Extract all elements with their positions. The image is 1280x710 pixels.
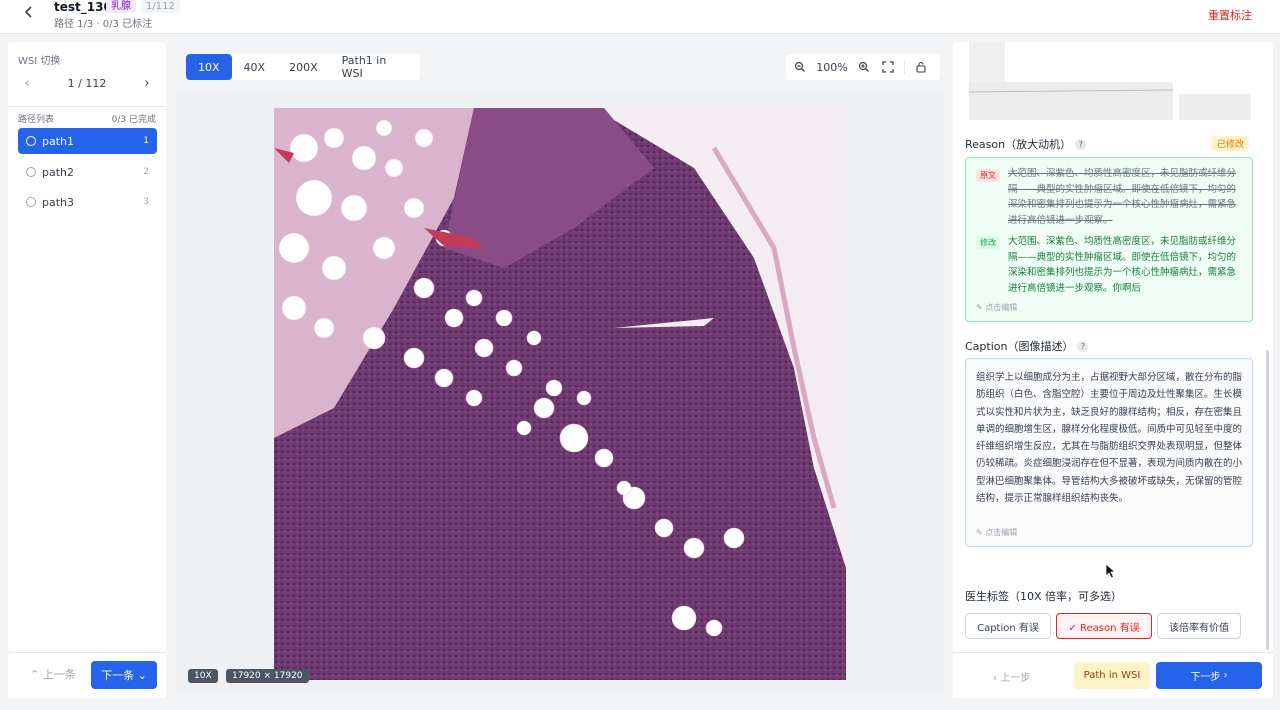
path-in-wsi-button[interactable]: Path in WSI	[1074, 662, 1150, 689]
tissue-slide-image[interactable]	[274, 108, 846, 680]
modified-tag: 修改	[976, 236, 1000, 249]
image-size-badge: 17920 × 17920	[226, 669, 309, 683]
reason-box[interactable]: 原文 大范围、深紫色、均质性高密度区，未见脂肪或纤维分隔——典型的实性肿瘤区域。…	[965, 157, 1253, 322]
prev-step-label: 上一步	[1000, 673, 1031, 684]
prev-item-label: 上一条	[42, 668, 76, 681]
wsi-sidebar: WSI 切换 ‹ 1 / 112 › 路径列表 0/3 已完成 path1 1 …	[8, 42, 166, 652]
pager-count: 1 / 112	[67, 76, 107, 90]
caption-box[interactable]: 组织学上以细胞成分为主，占据视野大部分区域，散在分布的脂肪组织（白色、含脂空腔）…	[965, 358, 1253, 547]
path-list-header: 路径列表 0/3 已完成	[18, 112, 156, 125]
organ-tag: 乳腺	[106, 0, 136, 13]
reason-edit-hint[interactable]: ✎ 点击编辑	[976, 302, 1017, 313]
reason-title-text: Reason（放大动机）	[965, 138, 1072, 151]
radio-icon	[26, 136, 36, 146]
viewer-toolbar: 100%	[786, 54, 940, 80]
next-item-label: 下一条	[101, 669, 135, 682]
path-label: path3	[42, 195, 75, 209]
next-item-button[interactable]: 下一条 ⌄	[91, 661, 157, 689]
magnification-badge: 10X	[188, 669, 218, 683]
top-header: test_130 乳腺 1/112 路径 1/3 · 0/3 已标注 重置标注	[0, 0, 1280, 34]
zoom-tab-bar: 10X 40X 200X Path1 in WSI	[186, 54, 420, 80]
next-step-button[interactable]: 下一步 ›	[1156, 662, 1262, 689]
path-info: 路径 1/3 · 0/3 已标注	[54, 19, 153, 30]
path-number: 3	[143, 197, 149, 207]
prev-item-button[interactable]: ⌃ 上一条	[30, 666, 76, 682]
reason-error-tag[interactable]: ✓ Reason 有误	[1056, 613, 1152, 639]
slide-viewer[interactable]	[176, 92, 944, 692]
divider	[8, 106, 166, 107]
caption-error-tag[interactable]: Caption 有误	[965, 613, 1051, 639]
wsi-switch-label: WSI 切换	[18, 56, 61, 67]
original-tag: 原文	[976, 169, 1000, 182]
tissue-image	[274, 108, 846, 680]
help-icon[interactable]: ?	[1077, 340, 1089, 352]
caption-edit-hint[interactable]: ✎ 点击编辑	[976, 527, 1017, 538]
caption-text: 组织学上以细胞成分为主，占据视野大部分区域，散在分布的脂肪组织（白色、含脂空腔）…	[976, 372, 1243, 505]
annotation-panel: Reason（放大动机） ? 已修改 原文 大范围、深紫色、均质性高密度区，未见…	[953, 42, 1273, 652]
reason-title: Reason（放大动机） ?	[965, 136, 1087, 152]
zoom-out-icon[interactable]	[786, 61, 814, 73]
path-label: path1	[42, 134, 75, 148]
path-list-status: 0/3 已完成	[111, 115, 156, 125]
tab-40x[interactable]: 40X	[232, 54, 278, 80]
path-item-path1[interactable]: path1 1	[18, 128, 157, 154]
valuable-magnification-tag[interactable]: 该倍率有价值	[1157, 613, 1241, 639]
path-number: 2	[143, 167, 149, 177]
prev-step-button[interactable]: ‹ 上一步	[993, 669, 1030, 684]
back-icon[interactable]	[22, 4, 36, 20]
mouse-cursor-icon	[1105, 563, 1117, 582]
caption-title: Caption（图像描述） ?	[965, 338, 1089, 354]
path-item-path2[interactable]: path2 2	[18, 159, 157, 185]
path-list-title: 路径列表	[18, 115, 55, 125]
fit-screen-icon[interactable]	[878, 61, 898, 73]
edit-hint-text: 点击编辑	[985, 303, 1018, 312]
edit-hint-text: 点击编辑	[985, 528, 1018, 537]
next-step-label: 下一步	[1190, 672, 1221, 683]
wsi-thumbnail[interactable]	[969, 42, 1257, 122]
zoom-level: 100%	[816, 60, 848, 74]
reason-modified-text: 大范围、深紫色、均质性高密度区，未见脂肪或纤维分隔——典型的实性肿瘤区域。即使在…	[1008, 236, 1237, 294]
path-number: 1	[143, 136, 149, 146]
help-icon[interactable]: ?	[1075, 138, 1087, 150]
radio-icon	[26, 167, 36, 177]
modified-badge: 已修改	[1211, 136, 1249, 151]
path-item-path3[interactable]: path3 3	[18, 189, 157, 215]
reason-original-text: 大范围、深紫色、均质性高密度区，未见脂肪或纤维分隔——典型的实性肿瘤区域。即使在…	[1008, 168, 1237, 226]
tab-10x[interactable]: 10X	[186, 54, 232, 80]
wsi-pager: ‹ 1 / 112 ›	[18, 72, 156, 94]
toolbar-divider	[904, 60, 905, 74]
caption-title-text: Caption（图像描述）	[965, 340, 1074, 353]
panel-footer: ‹ 上一步 Path in WSI 下一步 ›	[953, 652, 1273, 698]
tab-path1-in-wsi[interactable]: Path1 in WSI	[330, 54, 420, 80]
pager-next-icon[interactable]: ›	[138, 76, 156, 91]
tab-200x[interactable]: 200X	[277, 54, 330, 80]
radio-icon	[26, 197, 36, 207]
count-tag: 1/112	[141, 0, 180, 13]
panel-scrollbar[interactable]	[1266, 350, 1269, 650]
lock-icon[interactable]	[911, 61, 931, 73]
pager-prev-icon[interactable]: ‹	[18, 76, 36, 91]
path-label: path2	[42, 165, 75, 179]
page-title: test_130	[54, 0, 112, 14]
zoom-in-icon[interactable]	[850, 61, 878, 73]
sidebar-footer: ⌃ 上一条 下一条 ⌄	[8, 652, 166, 698]
doctor-tags-title: 医生标签（10X 倍率，可多选）	[965, 590, 1123, 603]
reset-annotation-button[interactable]: 重置标注	[1208, 7, 1252, 23]
